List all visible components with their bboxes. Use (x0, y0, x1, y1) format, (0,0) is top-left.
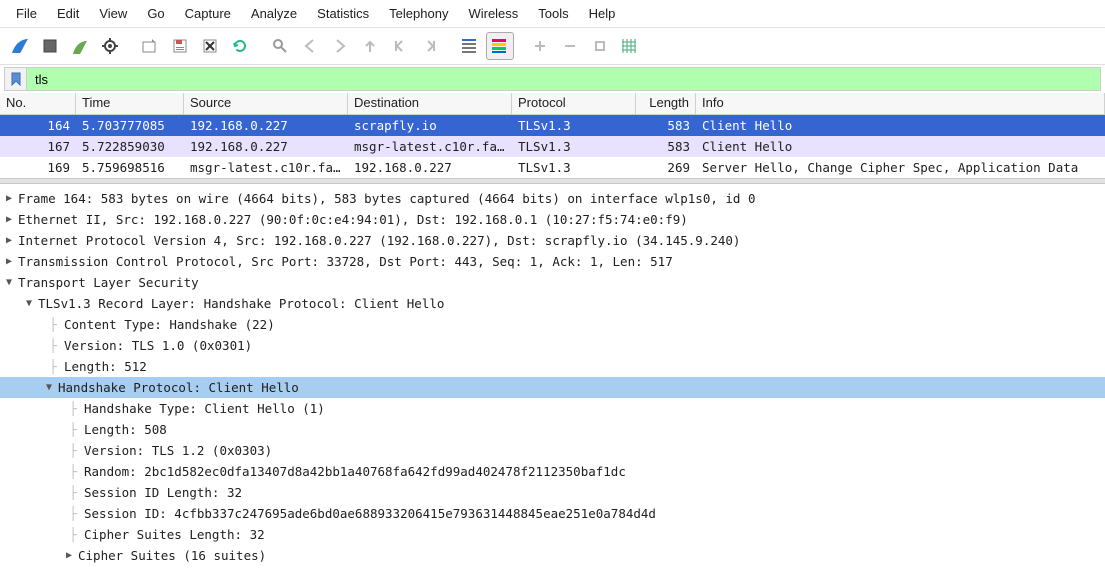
menu-telephony[interactable]: Telephony (379, 2, 458, 25)
cell-info: Server Hello, Change Cipher Spec, Applic… (696, 157, 1105, 178)
cell-destination: msgr-latest.c10r.fa… (348, 136, 512, 157)
zoom-in-icon[interactable] (526, 32, 554, 60)
menu-wireless[interactable]: Wireless (458, 2, 528, 25)
cell-no: 169 (0, 157, 76, 178)
packet-row[interactable]: 164 5.703777085 192.168.0.227 scrapfly.i… (0, 115, 1105, 136)
cell-no: 167 (0, 136, 76, 157)
display-filter-bar (4, 67, 1101, 91)
cell-source: 192.168.0.227 (184, 115, 348, 136)
cell-time: 5.722859030 (76, 136, 184, 157)
tree-record-layer[interactable]: TLSv1.3 Record Layer: Handshake Protocol… (36, 293, 446, 314)
tree-ip[interactable]: Internet Protocol Version 4, Src: 192.16… (16, 230, 742, 251)
tree-frame[interactable]: Frame 164: 583 bytes on wire (4664 bits)… (16, 188, 758, 209)
restart-capture-icon[interactable] (66, 32, 94, 60)
cell-info: Client Hello (696, 136, 1105, 157)
cell-destination: scrapfly.io (348, 115, 512, 136)
column-header-length[interactable]: Length (636, 93, 696, 114)
resize-cols-icon[interactable] (616, 32, 644, 60)
filter-bookmark-icon[interactable] (5, 68, 27, 90)
colorize-icon[interactable] (486, 32, 514, 60)
cell-source: 192.168.0.227 (184, 136, 348, 157)
packet-list[interactable]: 164 5.703777085 192.168.0.227 scrapfly.i… (0, 115, 1105, 178)
expand-toggle[interactable]: ▶ (62, 545, 76, 566)
column-header-destination[interactable]: Destination (348, 93, 512, 114)
cell-time: 5.703777085 (76, 115, 184, 136)
expand-toggle[interactable]: ▶ (2, 230, 16, 251)
menu-file[interactable]: File (6, 2, 47, 25)
shark-fin-icon[interactable] (6, 32, 34, 60)
first-icon[interactable] (386, 32, 414, 60)
column-header-protocol[interactable]: Protocol (512, 93, 636, 114)
expand-toggle[interactable]: ▶ (2, 251, 16, 272)
collapse-toggle[interactable]: ▼ (42, 377, 56, 398)
toolbar (0, 28, 1105, 65)
tree-record-length[interactable]: Length: 512 (62, 356, 149, 377)
menu-view[interactable]: View (89, 2, 137, 25)
zoom-out-icon[interactable] (556, 32, 584, 60)
find-icon[interactable] (266, 32, 294, 60)
cell-destination: 192.168.0.227 (348, 157, 512, 178)
tree-tls[interactable]: Transport Layer Security (16, 272, 201, 293)
menu-edit[interactable]: Edit (47, 2, 89, 25)
menu-bar: File Edit View Go Capture Analyze Statis… (0, 0, 1105, 28)
tree-cipher-suites-length[interactable]: Cipher Suites Length: 32 (82, 524, 267, 545)
column-header-info[interactable]: Info (696, 93, 1105, 114)
cell-length: 269 (636, 157, 696, 178)
cell-no: 164 (0, 115, 76, 136)
save-icon[interactable] (166, 32, 194, 60)
tree-handshake-version[interactable]: Version: TLS 1.2 (0x0303) (82, 440, 274, 461)
menu-analyze[interactable]: Analyze (241, 2, 307, 25)
menu-statistics[interactable]: Statistics (307, 2, 379, 25)
cell-protocol: TLSv1.3 (512, 115, 636, 136)
collapse-toggle[interactable]: ▼ (2, 272, 16, 293)
menu-help[interactable]: Help (579, 2, 626, 25)
tree-cipher-suites[interactable]: Cipher Suites (16 suites) (76, 545, 268, 566)
cell-info: Client Hello (696, 115, 1105, 136)
tree-handshake-type[interactable]: Handshake Type: Client Hello (1) (82, 398, 327, 419)
stop-icon[interactable] (36, 32, 64, 60)
tree-content-type[interactable]: Content Type: Handshake (22) (62, 314, 277, 335)
display-filter-input[interactable] (27, 70, 1100, 89)
expand-toggle[interactable]: ▶ (2, 209, 16, 230)
autoscroll-icon[interactable] (456, 32, 484, 60)
packet-row[interactable]: 169 5.759698516 msgr-latest.c10r.fa… 192… (0, 157, 1105, 178)
tree-session-id[interactable]: Session ID: 4cfbb337c247695ade6bd0ae6889… (82, 503, 658, 524)
packet-row[interactable]: 167 5.722859030 192.168.0.227 msgr-lates… (0, 136, 1105, 157)
reload-icon[interactable] (226, 32, 254, 60)
expand-toggle[interactable]: ▶ (2, 188, 16, 209)
tree-tcp[interactable]: Transmission Control Protocol, Src Port:… (16, 251, 675, 272)
tree-handshake-length[interactable]: Length: 508 (82, 419, 169, 440)
column-header-source[interactable]: Source (184, 93, 348, 114)
menu-capture[interactable]: Capture (175, 2, 241, 25)
collapse-toggle[interactable]: ▼ (22, 293, 36, 314)
forward-icon[interactable] (326, 32, 354, 60)
column-header-time[interactable]: Time (76, 93, 184, 114)
zoom-reset-icon[interactable] (586, 32, 614, 60)
cell-length: 583 (636, 136, 696, 157)
cell-protocol: TLSv1.3 (512, 136, 636, 157)
tree-record-version[interactable]: Version: TLS 1.0 (0x0301) (62, 335, 254, 356)
tree-ethernet[interactable]: Ethernet II, Src: 192.168.0.227 (90:0f:0… (16, 209, 690, 230)
close-icon[interactable] (196, 32, 224, 60)
tree-random[interactable]: Random: 2bc1d582ec0dfa13407d8a42bb1a4076… (82, 461, 628, 482)
back-icon[interactable] (296, 32, 324, 60)
cell-time: 5.759698516 (76, 157, 184, 178)
packet-list-header: No. Time Source Destination Protocol Len… (0, 93, 1105, 115)
cell-source: msgr-latest.c10r.fa… (184, 157, 348, 178)
packet-details-tree[interactable]: ▶Frame 164: 583 bytes on wire (4664 bits… (0, 184, 1105, 585)
cell-protocol: TLSv1.3 (512, 157, 636, 178)
last-icon[interactable] (416, 32, 444, 60)
goto-icon[interactable] (356, 32, 384, 60)
options-icon[interactable] (96, 32, 124, 60)
tree-handshake-protocol[interactable]: Handshake Protocol: Client Hello (56, 377, 301, 398)
menu-tools[interactable]: Tools (528, 2, 578, 25)
cell-length: 583 (636, 115, 696, 136)
menu-go[interactable]: Go (137, 2, 174, 25)
tree-session-id-length[interactable]: Session ID Length: 32 (82, 482, 244, 503)
column-header-no[interactable]: No. (0, 93, 76, 114)
open-icon[interactable] (136, 32, 164, 60)
